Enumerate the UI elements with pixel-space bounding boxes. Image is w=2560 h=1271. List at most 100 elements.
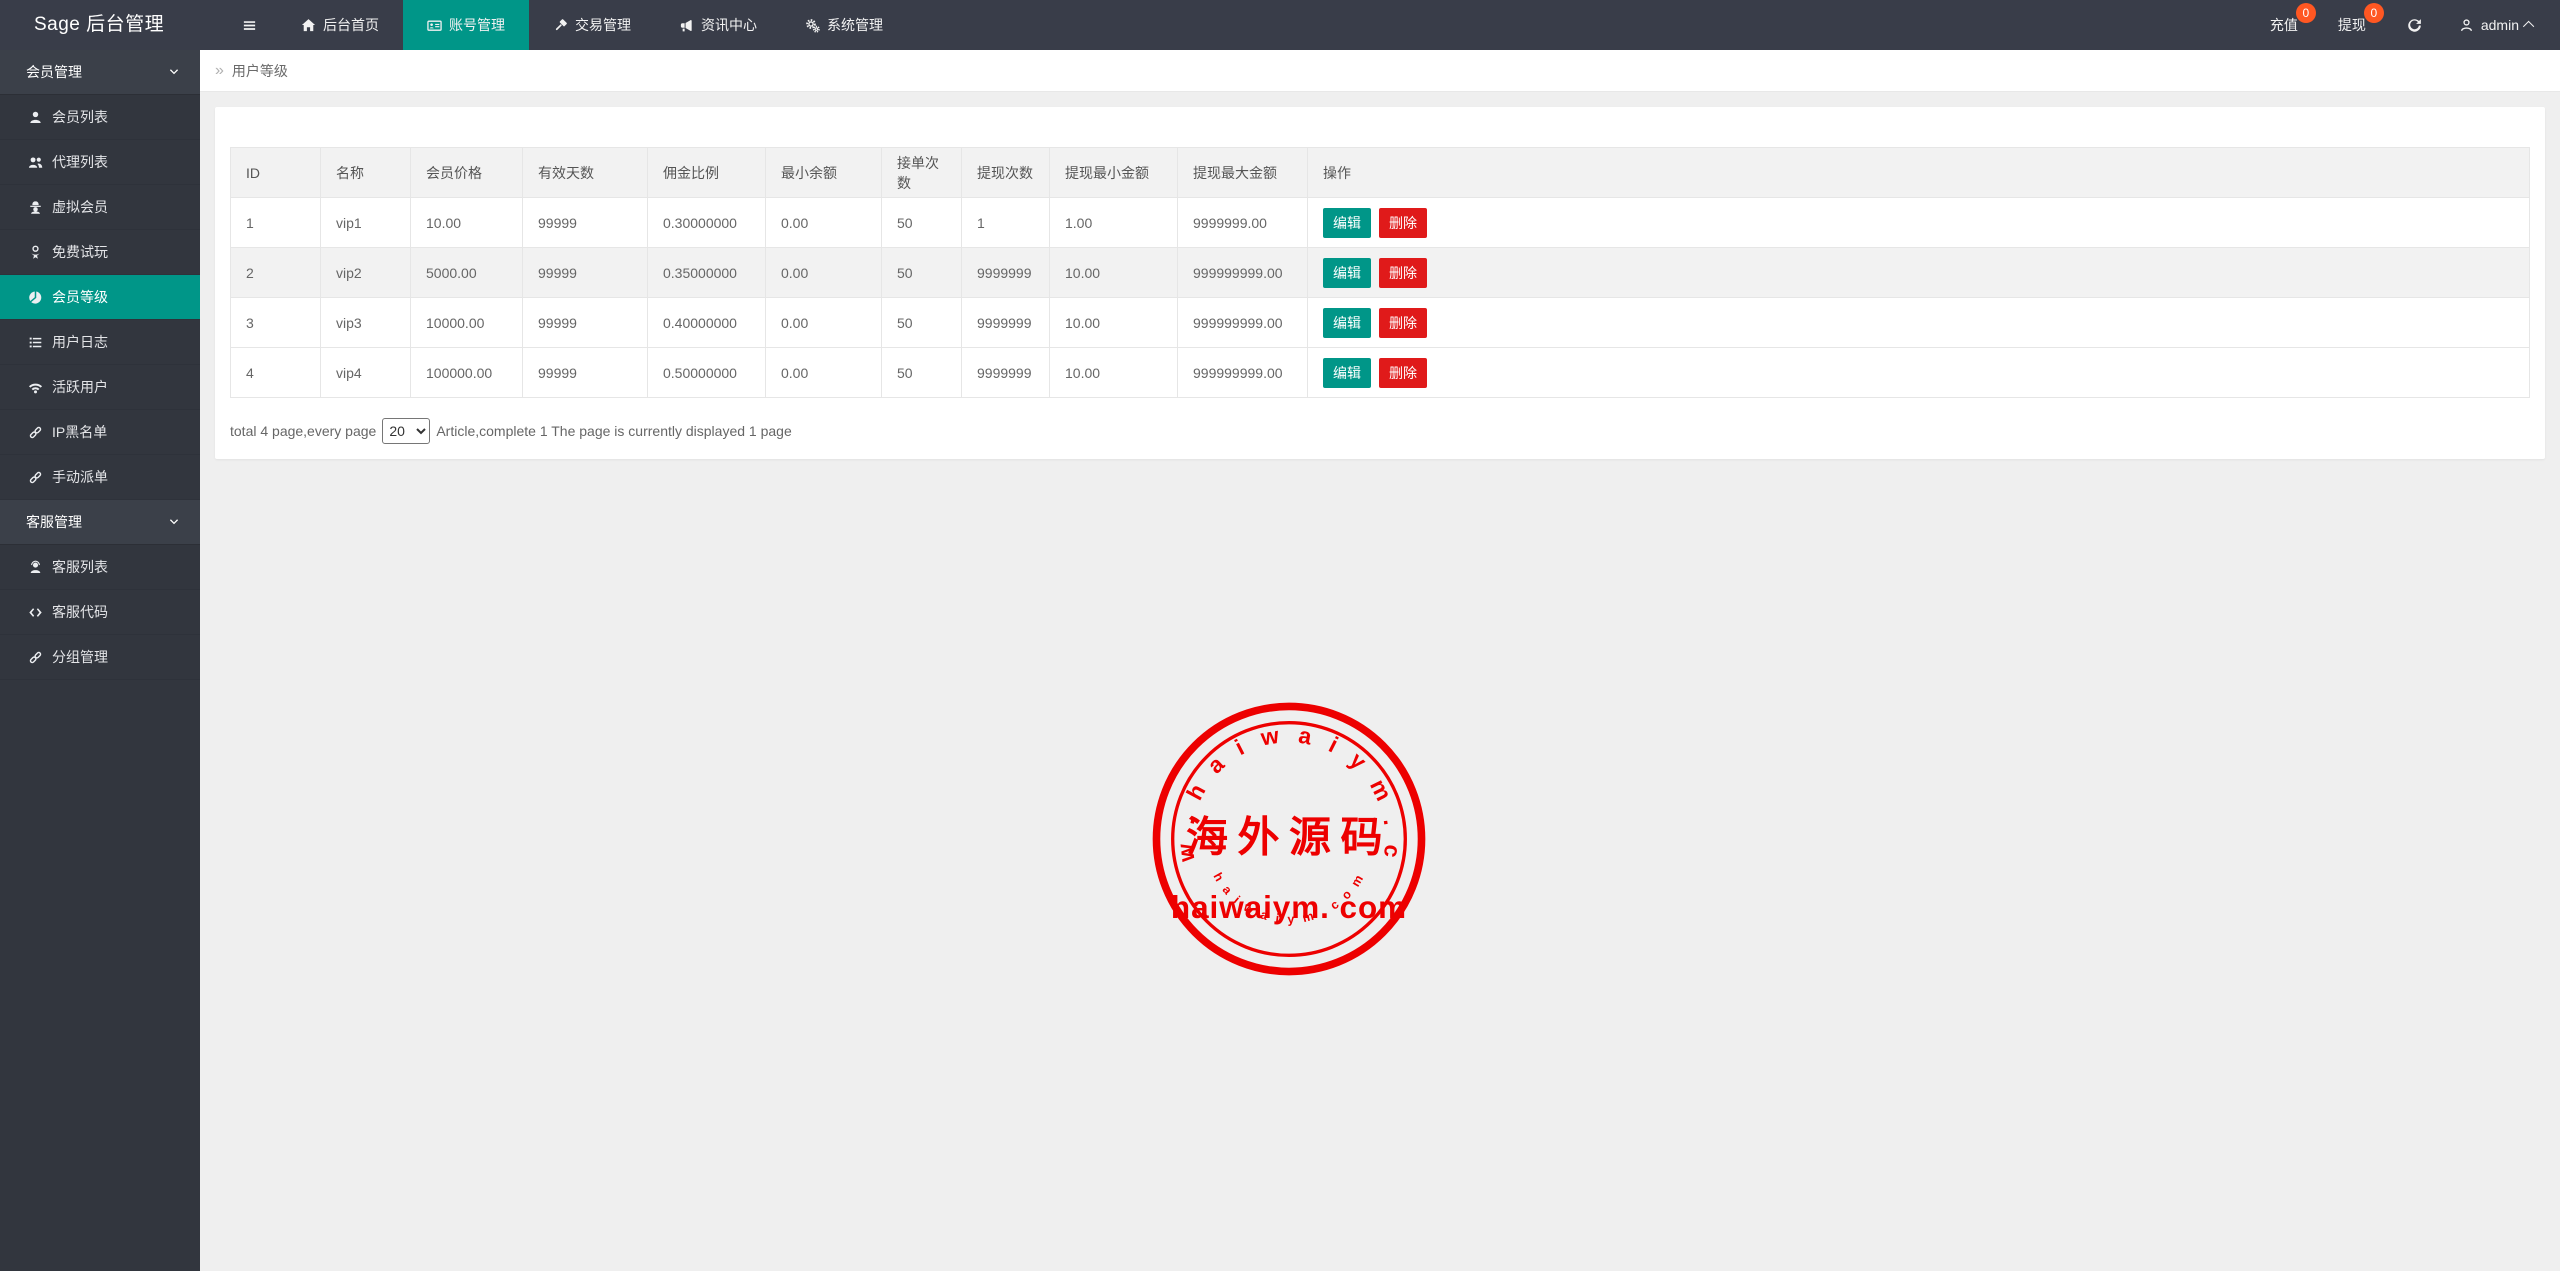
edit-button[interactable]: 编辑	[1323, 258, 1371, 288]
sidebar-section-member-mgmt[interactable]: 会员管理	[0, 50, 200, 95]
delete-button[interactable]: 删除	[1379, 258, 1427, 288]
person-icon	[2459, 18, 2474, 33]
admin-dropdown[interactable]: admin	[2443, 0, 2560, 50]
cell-min-balance: 0.00	[766, 298, 882, 348]
sidebar-item-free-trial[interactable]: 免费试玩	[0, 230, 200, 275]
sidebar-item-virtual-member[interactable]: 虚拟会员	[0, 185, 200, 230]
sidebar-item-active-users[interactable]: 活跃用户	[0, 365, 200, 410]
col-name: 名称	[321, 148, 411, 198]
user-level-table: ID 名称 会员价格 有效天数 佣金比例 最小余额 接单次数 提现次数 提现最小…	[230, 147, 2530, 398]
sidebar-item-label: 分组管理	[52, 647, 108, 667]
sidebar-item-label: 代理列表	[52, 152, 108, 172]
delete-button[interactable]: 删除	[1379, 358, 1427, 388]
cell-orders: 50	[882, 198, 962, 248]
nav-item-label: 系统管理	[827, 15, 883, 35]
col-commission: 佣金比例	[648, 148, 766, 198]
sidebar-item-manual-dispatch[interactable]: 手动派单	[0, 455, 200, 500]
col-min-balance: 最小余额	[766, 148, 882, 198]
stamp-top-text: w w w . h a i w a i y m . c o m	[1146, 696, 1406, 880]
main-menu: 后台首页 账号管理 交易管理 资讯中心 系统管理	[222, 0, 907, 50]
cell-withdraw-min: 1.00	[1050, 198, 1178, 248]
user-icon	[28, 110, 43, 125]
cell-min-balance: 0.00	[766, 198, 882, 248]
sidebar-item-member-list[interactable]: 会员列表	[0, 95, 200, 140]
cell-days: 99999	[523, 298, 648, 348]
cell-id: 4	[231, 348, 321, 398]
sidebar-item-label: 会员等级	[52, 287, 108, 307]
cell-withdraw-max: 9999999.00	[1178, 198, 1308, 248]
sidebar-item-user-log[interactable]: 用户日志	[0, 320, 200, 365]
stamp-bottom-text: h a i w a i y m . c o m	[1211, 870, 1368, 926]
cell-withdraw-max: 999999999.00	[1178, 348, 1308, 398]
cell-id: 1	[231, 198, 321, 248]
section-title: 客服管理	[26, 512, 82, 532]
nav-item-home[interactable]: 后台首页	[277, 0, 403, 50]
breadcrumb-separator: »	[215, 62, 224, 80]
section-title: 会员管理	[26, 62, 82, 82]
cell-price: 10000.00	[411, 298, 523, 348]
breadcrumb: » 用户等级	[200, 50, 2560, 92]
sidebar-section-service-mgmt[interactable]: 客服管理	[0, 500, 200, 545]
app-logo: Sage 后台管理	[0, 0, 200, 50]
col-withdraw-max: 提现最大金额	[1178, 148, 1308, 198]
nav-item-trade[interactable]: 交易管理	[529, 0, 655, 50]
collapse-sidebar-button[interactable]	[222, 0, 277, 50]
nav-item-label: 账号管理	[449, 15, 505, 35]
user-secret-icon	[28, 200, 43, 215]
cogs-icon	[805, 18, 820, 33]
cell-withdraw-max: 999999999.00	[1178, 298, 1308, 348]
cell-days: 99999	[523, 198, 648, 248]
cell-withdraw-min: 10.00	[1050, 298, 1178, 348]
top-navbar: Sage 后台管理 后台首页 账号管理 交易管理 资讯中心 系统管理 充值 0	[0, 0, 2560, 50]
link-icon	[28, 425, 43, 440]
sidebar: 会员管理 会员列表 代理列表 虚拟会员 免费试玩 会员等级 用户日志 活跃用户 …	[0, 50, 200, 1271]
recharge-badge: 0	[2296, 3, 2316, 23]
stamp-center-en: haiwaiym. com	[1171, 890, 1407, 925]
recharge-link[interactable]: 充值 0	[2250, 0, 2318, 50]
refresh-button[interactable]	[2386, 0, 2443, 50]
chevron-up-icon	[2523, 21, 2534, 32]
sidebar-item-group-mgmt[interactable]: 分组管理	[0, 635, 200, 680]
delete-button[interactable]: 删除	[1379, 308, 1427, 338]
cell-id: 3	[231, 298, 321, 348]
withdraw-badge: 0	[2364, 3, 2384, 23]
main-content: » 用户等级 ID 名称 会员价格 有效天数 佣金比例 最小余额 接单次数 提现…	[200, 50, 2560, 1271]
recharge-label: 充值	[2270, 15, 2298, 35]
col-actions: 操作	[1308, 148, 2530, 198]
withdraw-link[interactable]: 提现 0	[2318, 0, 2386, 50]
nav-item-label: 交易管理	[575, 15, 631, 35]
edit-button[interactable]: 编辑	[1323, 208, 1371, 238]
admin-username: admin	[2481, 17, 2519, 33]
cell-withdraw-times: 9999999	[962, 348, 1050, 398]
bullhorn-icon	[679, 18, 694, 33]
edit-button[interactable]: 编辑	[1323, 358, 1371, 388]
sidebar-item-service-code[interactable]: 客服代码	[0, 590, 200, 635]
sidebar-item-label: 客服代码	[52, 602, 108, 622]
nav-item-accounts[interactable]: 账号管理	[403, 0, 529, 50]
sidebar-item-agent-list[interactable]: 代理列表	[0, 140, 200, 185]
edit-button[interactable]: 编辑	[1323, 308, 1371, 338]
cell-price: 100000.00	[411, 348, 523, 398]
chevron-down-icon	[168, 66, 180, 78]
wifi-icon	[28, 380, 43, 395]
sidebar-item-label: 免费试玩	[52, 242, 108, 262]
page-size-select[interactable]: 20	[382, 418, 430, 444]
table-row: 3 vip3 10000.00 99999 0.40000000 0.00 50…	[231, 298, 2530, 348]
sidebar-item-member-level[interactable]: 会员等级	[0, 275, 200, 320]
nav-item-news[interactable]: 资讯中心	[655, 0, 781, 50]
cell-orders: 50	[882, 248, 962, 298]
cell-min-balance: 0.00	[766, 348, 882, 398]
chevron-down-icon	[168, 516, 180, 528]
list-icon	[28, 335, 43, 350]
sidebar-item-ip-blacklist[interactable]: IP黑名单	[0, 410, 200, 455]
cell-id: 2	[231, 248, 321, 298]
cell-actions: 编辑删除	[1308, 298, 2530, 348]
sidebar-item-service-list[interactable]: 客服列表	[0, 545, 200, 590]
nav-item-system[interactable]: 系统管理	[781, 0, 907, 50]
refresh-icon	[2406, 17, 2423, 34]
delete-button[interactable]: 删除	[1379, 208, 1427, 238]
pie-chart-icon	[28, 290, 43, 305]
sidebar-item-label: 会员列表	[52, 107, 108, 127]
sidebar-item-label: 用户日志	[52, 332, 108, 352]
cell-name: vip2	[321, 248, 411, 298]
